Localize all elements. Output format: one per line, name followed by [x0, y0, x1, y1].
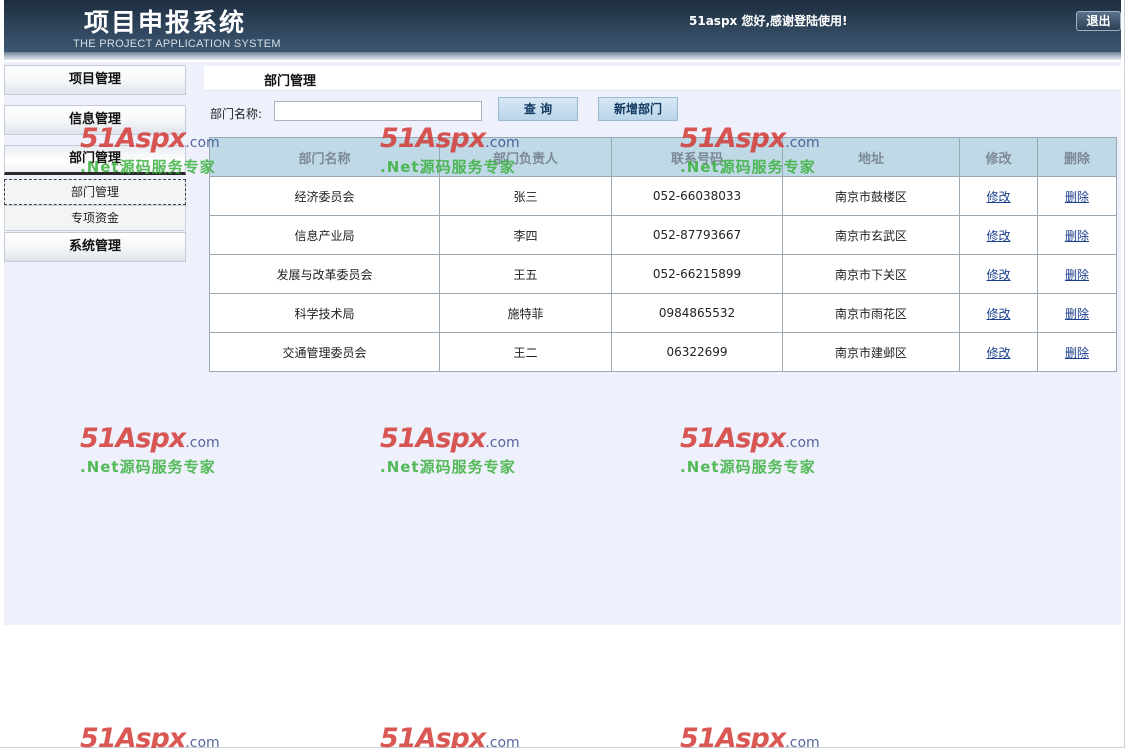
- cell-address: 南京市雨花区: [782, 293, 960, 333]
- header-divider: [4, 52, 1121, 60]
- delete-link[interactable]: 删除: [1065, 307, 1089, 321]
- cell-name: 信息产业局: [209, 215, 440, 255]
- logout-button[interactable]: 退出: [1076, 11, 1121, 31]
- cell-name: 发展与改革委员会: [209, 254, 440, 294]
- cell-phone: 052-66215899: [611, 254, 783, 294]
- sidebar-subitem-funds[interactable]: 专项资金: [4, 205, 186, 231]
- sidebar-menu-info[interactable]: 信息管理: [4, 105, 186, 135]
- cell-phone: 06322699: [611, 332, 783, 372]
- column-header-delete: 删除: [1037, 137, 1117, 177]
- edit-link[interactable]: 修改: [986, 346, 1010, 360]
- sidebar-menu-project[interactable]: 项目管理: [4, 65, 186, 95]
- edit-link[interactable]: 修改: [986, 268, 1010, 282]
- cell-head: 王二: [439, 332, 612, 372]
- cell-address: 南京市鼓楼区: [782, 176, 960, 216]
- welcome-text: 51aspx 您好,感谢登陆使用!: [689, 14, 848, 28]
- add-department-button[interactable]: 新增部门: [598, 97, 678, 121]
- table-row: 交通管理委员会 王二 06322699 南京市建邺区 修改 删除: [209, 332, 1117, 372]
- app-title: 项目申报系统: [84, 8, 247, 37]
- main-content: 部门管理 部门名称: 查 询 新增部门 部门名称 部门负责人 联系号码 地址 修…: [204, 62, 1121, 625]
- delete-link[interactable]: 删除: [1065, 190, 1089, 204]
- sidebar-menu-system[interactable]: 系统管理: [4, 232, 186, 262]
- cell-edit: 修改: [959, 176, 1038, 216]
- cell-address: 南京市下关区: [782, 254, 960, 294]
- cell-delete: 删除: [1037, 293, 1117, 333]
- cell-phone: 052-66038033: [611, 176, 783, 216]
- cell-phone: 0984865532: [611, 293, 783, 333]
- delete-link[interactable]: 删除: [1065, 346, 1089, 360]
- cell-delete: 删除: [1037, 332, 1117, 372]
- column-header-address: 地址: [782, 137, 960, 177]
- cell-edit: 修改: [959, 332, 1038, 372]
- table-row: 信息产业局 李四 052-87793667 南京市玄武区 修改 删除: [209, 215, 1117, 255]
- column-header-head: 部门负责人: [439, 137, 612, 177]
- delete-link[interactable]: 删除: [1065, 229, 1089, 243]
- app-subtitle: THE PROJECT APPLICATION SYSTEM: [73, 38, 281, 50]
- cell-delete: 删除: [1037, 215, 1117, 255]
- sidebar: 项目管理 信息管理 部门管理 部门管理 专项资金 系统管理: [4, 62, 204, 625]
- cell-delete: 删除: [1037, 254, 1117, 294]
- table-row: 发展与改革委员会 王五 052-66215899 南京市下关区 修改 删除: [209, 254, 1117, 294]
- cell-head: 李四: [439, 215, 612, 255]
- cell-name: 交通管理委员会: [209, 332, 440, 372]
- department-table-wrap: 部门名称 部门负责人 联系号码 地址 修改 删除 经济委员会 张三 052-66…: [209, 137, 1117, 372]
- table-row: 科学技术局 施特菲 0984865532 南京市雨花区 修改 删除: [209, 293, 1117, 333]
- search-label: 部门名称:: [210, 107, 263, 121]
- table-row: 经济委员会 张三 052-66038033 南京市鼓楼区 修改 删除: [209, 176, 1117, 216]
- edit-link[interactable]: 修改: [986, 229, 1010, 243]
- page-title-bar: 部门管理: [204, 66, 1121, 91]
- department-name-input[interactable]: [274, 101, 482, 121]
- cell-head: 张三: [439, 176, 612, 216]
- column-header-edit: 修改: [959, 137, 1038, 177]
- cell-edit: 修改: [959, 293, 1038, 333]
- cell-edit: 修改: [959, 254, 1038, 294]
- department-table: 部门名称 部门负责人 联系号码 地址 修改 删除 经济委员会 张三 052-66…: [209, 137, 1117, 372]
- app-header: 项目申报系统 THE PROJECT APPLICATION SYSTEM 51…: [4, 0, 1121, 52]
- cell-head: 王五: [439, 254, 612, 294]
- sidebar-subitem-department[interactable]: 部门管理: [4, 179, 186, 205]
- cell-name: 经济委员会: [209, 176, 440, 216]
- cell-address: 南京市玄武区: [782, 215, 960, 255]
- cell-phone: 052-87793667: [611, 215, 783, 255]
- query-button[interactable]: 查 询: [498, 97, 578, 121]
- cell-head: 施特菲: [439, 293, 612, 333]
- table-header-row: 部门名称 部门负责人 联系号码 地址 修改 删除: [209, 137, 1117, 177]
- edit-link[interactable]: 修改: [986, 307, 1010, 321]
- cell-edit: 修改: [959, 215, 1038, 255]
- edit-link[interactable]: 修改: [986, 190, 1010, 204]
- column-header-phone: 联系号码: [611, 137, 783, 177]
- sidebar-menu-department[interactable]: 部门管理: [4, 145, 186, 175]
- cell-address: 南京市建邺区: [782, 332, 960, 372]
- column-header-name: 部门名称: [209, 137, 440, 177]
- cell-delete: 删除: [1037, 176, 1117, 216]
- delete-link[interactable]: 删除: [1065, 268, 1089, 282]
- page-title: 部门管理: [264, 74, 317, 89]
- cell-name: 科学技术局: [209, 293, 440, 333]
